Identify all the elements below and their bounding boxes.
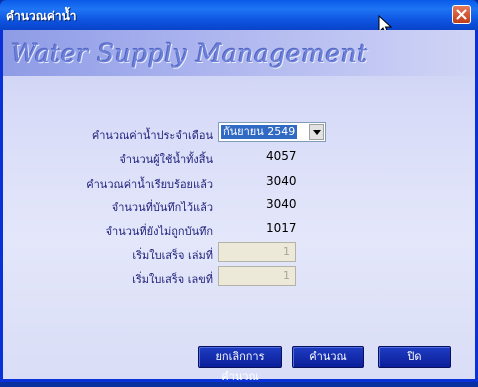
saved-value: 3040 <box>266 197 297 211</box>
receipt-book-field[interactable]: 1 <box>218 242 296 262</box>
header-banner: Water Supply Management <box>3 30 475 76</box>
total-users-value: 4057 <box>266 149 297 163</box>
unsaved-value: 1017 <box>266 221 297 235</box>
total-users-label: จำนวนผู้ใช้น้ำทั้งสิ้น <box>119 153 213 166</box>
cancel-calculation-button[interactable]: ยกเลิกการคำนวณ <box>198 346 282 383</box>
month-label: คำนวณค่าน้ำประจำเดือน <box>91 129 213 142</box>
receipt-book-label: เริ่มใบเสร็จ เล่มที่ <box>132 249 213 262</box>
saved-label: จำนวนที่บันทึกไว้แล้ว <box>111 201 213 214</box>
dialog-body: Water Supply Management คำนวณค่าน้ำประจำ… <box>3 30 475 379</box>
close-icon <box>456 9 467 20</box>
receipt-number-label: เริ่มใบเสร็จ เลขที่ <box>132 273 213 286</box>
title-bar[interactable]: คำนวณค่าน้ำ <box>0 0 478 30</box>
window-title: คำนวณค่าน้ำ <box>6 9 77 23</box>
dialog-window: คำนวณค่าน้ำ Water Supply Management คำนว… <box>0 0 478 383</box>
receipt-number-field[interactable]: 1 <box>218 266 296 286</box>
month-dropdown-button[interactable] <box>309 124 324 140</box>
calculate-button[interactable]: คำนวณ <box>292 346 364 368</box>
unsaved-label: จำนวนที่ยังไม่ถูกบันทึก <box>105 225 213 238</box>
month-select-value: กันยายน 2549 <box>221 125 298 139</box>
chevron-down-icon <box>312 129 321 135</box>
close-button[interactable]: ปิด <box>378 346 451 368</box>
banner-title: Water Supply Management <box>11 39 368 68</box>
calculated-value: 3040 <box>266 174 297 188</box>
calculated-label: คำนวณค่าน้ำเรียบร้อยแล้ว <box>86 178 213 191</box>
close-window-button[interactable] <box>452 5 471 24</box>
month-select[interactable]: กันยายน 2549 <box>218 122 326 142</box>
